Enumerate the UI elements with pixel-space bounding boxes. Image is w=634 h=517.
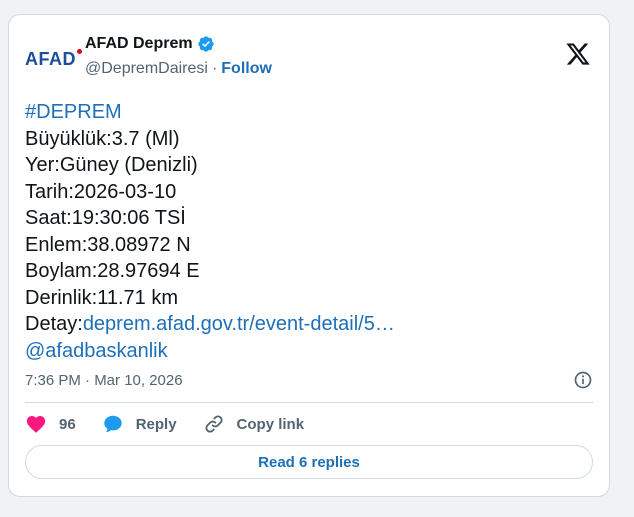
like-button[interactable]: 96	[25, 413, 76, 435]
hashtag-link[interactable]: #DEPREM	[25, 99, 593, 126]
detail-line: Detay:deprem.afad.gov.tr/event-detail/5…	[25, 311, 593, 338]
detail-prefix: Detay:	[25, 313, 83, 335]
magnitude-line: Büyüklük:3.7 (Ml)	[25, 127, 180, 150]
embedded-tweet-card: AFAD AFAD Deprem @DepremDairesi · Follow	[8, 14, 610, 497]
location-line: Yer:Güney (Denizli)	[25, 154, 198, 176]
handle-row: @DepremDairesi · Follow	[85, 60, 272, 78]
tweet-header: AFAD AFAD Deprem @DepremDairesi · Follow	[25, 33, 593, 85]
latitude-line: Enlem:38.08972 N	[25, 233, 191, 256]
depth-line: Derinlik:11.71 km	[25, 286, 179, 309]
reply-button[interactable]: Reply	[102, 413, 177, 435]
display-name-row: AFAD Deprem	[85, 33, 272, 55]
author-handle[interactable]: @DepremDairesi	[85, 60, 208, 78]
read-replies-button[interactable]: Read 6 replies	[25, 445, 593, 479]
avatar[interactable]: AFAD	[25, 39, 82, 79]
copy-link-label: Copy link	[236, 415, 305, 433]
copy-link-button[interactable]: Copy link	[203, 413, 305, 435]
afad-logo-text: AFAD	[25, 48, 76, 69]
afad-logo-dot	[77, 48, 82, 54]
longitude-line: Boylam:28.97694 E	[25, 260, 200, 282]
detail-link[interactable]: deprem.afad.gov.tr/event-detail/5…	[83, 313, 395, 335]
verified-badge-icon	[197, 36, 214, 52]
author-info: AFAD Deprem @DepremDairesi · Follow	[85, 33, 272, 78]
mention-link[interactable]: @afadbaskanlik	[25, 338, 593, 365]
date-line: Tarih:2026-03-10	[25, 180, 177, 203]
reply-bubble-icon	[103, 415, 122, 433]
display-name[interactable]: AFAD Deprem	[85, 35, 193, 53]
like-count: 96	[59, 415, 76, 433]
tweet-text: #DEPREM Büyüklük:3.7 (Ml) Yer:Güney (Den…	[25, 99, 593, 364]
time-line: Saat:19:30:06 TSİ	[25, 207, 186, 229]
afad-logo: AFAD	[25, 48, 82, 70]
timestamp[interactable]: 7:36 PM · Mar 10, 2026	[25, 372, 183, 389]
separator-dot: ·	[211, 60, 218, 77]
link-icon	[205, 415, 223, 433]
follow-button[interactable]: Follow	[221, 60, 272, 78]
meta-row: 7:36 PM · Mar 10, 2026	[25, 369, 593, 391]
reply-label: Reply	[135, 415, 177, 433]
divider	[25, 402, 593, 403]
heart-icon	[26, 415, 46, 433]
info-icon[interactable]	[573, 370, 593, 390]
x-logo-icon[interactable]	[565, 41, 591, 67]
action-bar: 96 Reply Copy link	[25, 412, 330, 436]
